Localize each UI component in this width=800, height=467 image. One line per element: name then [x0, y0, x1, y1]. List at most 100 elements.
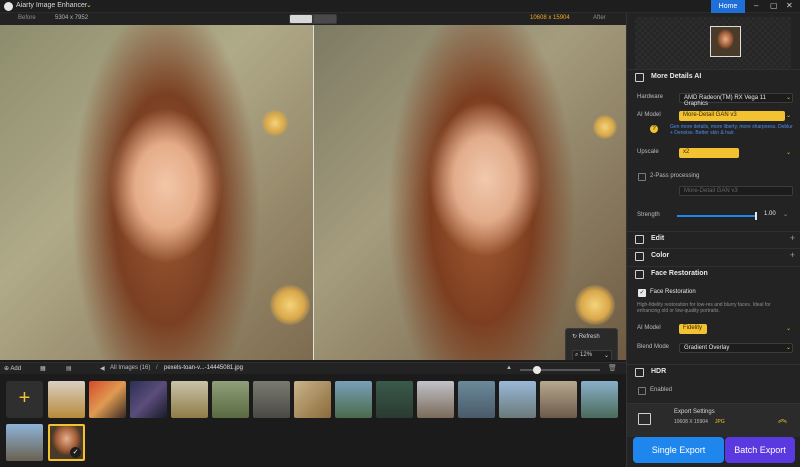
- ai-model-value: More-Detail GAN v3: [683, 112, 737, 118]
- split-divider[interactable]: [313, 25, 314, 360]
- chevron-down-icon: ⌄: [786, 95, 792, 101]
- plus-icon[interactable]: +: [790, 250, 795, 260]
- home-button[interactable]: Home: [711, 0, 745, 13]
- compare-bar: Before 5304 x 7952 10608 x 15904 After: [0, 13, 626, 25]
- upscale-select[interactable]: x2: [679, 148, 739, 158]
- blend-mode-value: Gradient Overlay: [684, 345, 730, 351]
- thumbnail[interactable]: [130, 381, 167, 418]
- export-settings[interactable]: Export Settings 10608 X 15904 JPG ︽: [627, 403, 800, 437]
- side-by-side-icon[interactable]: [314, 15, 336, 23]
- section-more-details-ai[interactable]: More Details AI: [627, 69, 800, 84]
- face-model-select[interactable]: Fidelity: [679, 324, 707, 334]
- strength-slider[interactable]: [677, 212, 757, 220]
- section-title: More Details AI: [651, 73, 702, 80]
- refresh-button[interactable]: ↻ Refresh: [572, 333, 600, 340]
- strength-fill: [677, 215, 757, 217]
- thumbnail[interactable]: [6, 424, 43, 461]
- two-pass-model-value: More-Detail GAN v3: [684, 188, 738, 194]
- slider-knob[interactable]: [533, 366, 541, 374]
- thumbnail[interactable]: [294, 381, 331, 418]
- canvas-controls: ↻ Refresh ⌕ 12% ⌄: [565, 328, 618, 360]
- section-title: Color: [651, 252, 670, 259]
- before-image: [0, 25, 313, 360]
- ai-model-label: AI Model: [637, 112, 661, 118]
- export-settings-icon: [638, 413, 651, 425]
- chevron-down-icon[interactable]: ⌄: [86, 1, 92, 9]
- thumbnail[interactable]: [171, 381, 208, 418]
- close-icon[interactable]: ✕: [786, 1, 793, 10]
- section-face-restoration[interactable]: Face Restoration: [627, 266, 800, 281]
- app-title: Aiarty Image Enhancer: [16, 2, 88, 9]
- face-restoration-label: Face Restoration: [650, 289, 696, 295]
- edit-icon: [635, 235, 644, 244]
- chevron-down-icon[interactable]: ⌄: [783, 211, 788, 218]
- bokeh-light: [575, 285, 615, 325]
- thumbnail-size-slider[interactable]: [520, 366, 600, 374]
- thumbnail[interactable]: [540, 381, 577, 418]
- thumbnail[interactable]: [335, 381, 372, 418]
- export-resolution: 10608 X 15904: [674, 419, 708, 425]
- two-pass-model-select[interactable]: More-Detail GAN v3: [679, 186, 793, 196]
- bokeh-light: [262, 110, 288, 136]
- thumbnail[interactable]: [499, 381, 536, 418]
- strength-knob[interactable]: [755, 212, 757, 220]
- image-size-icon: ▲: [506, 365, 512, 371]
- two-pass-checkbox[interactable]: [638, 173, 646, 181]
- back-arrow-icon[interactable]: ◀: [100, 365, 105, 372]
- compare-mode-toggle[interactable]: [289, 14, 337, 24]
- strength-label: Strength: [637, 212, 660, 218]
- add-button[interactable]: ⊕ Add: [4, 365, 21, 372]
- face-icon: [635, 270, 644, 279]
- face-model-value: Fidelity: [683, 325, 703, 331]
- section-hdr[interactable]: HDR: [627, 364, 800, 379]
- maximize-icon[interactable]: ▢: [770, 1, 778, 10]
- face-restoration-checkbox[interactable]: ✓: [638, 289, 646, 297]
- plus-icon[interactable]: +: [790, 233, 795, 243]
- image-canvas[interactable]: ↻ Refresh ⌕ 12% ⌄: [0, 25, 626, 360]
- zoom-select[interactable]: ⌕ 12% ⌄: [572, 350, 612, 360]
- thumbnail[interactable]: [458, 381, 495, 418]
- two-pass-label: 2-Pass processing: [650, 173, 700, 179]
- face-restoration-desc: High-fidelity restoration for low-res an…: [637, 302, 771, 314]
- refresh-label: Refresh: [578, 334, 600, 340]
- upscale-value: x2: [683, 149, 690, 155]
- hardware-select[interactable]: AMD Radeon(TM) RX Vega 11 Graphics: [679, 93, 793, 107]
- ai-model-select[interactable]: More-Detail GAN v3: [679, 111, 785, 121]
- single-export-button[interactable]: Single Export: [633, 437, 724, 463]
- face-model-label: AI Model: [637, 325, 661, 331]
- batch-export-button[interactable]: Batch Export: [725, 437, 795, 463]
- thumbnail[interactable]: [581, 381, 618, 418]
- chevron-down-icon: ⌄: [786, 345, 792, 351]
- thumbnail[interactable]: [417, 381, 454, 418]
- breadcrumb-separator: /: [156, 365, 158, 371]
- minimize-icon[interactable]: –: [754, 1, 758, 10]
- blend-mode-select[interactable]: Gradient Overlay: [679, 343, 793, 353]
- help-icon[interactable]: ?: [650, 125, 658, 133]
- export-format: JPG: [715, 419, 725, 425]
- section-edit[interactable]: Edit +: [627, 231, 800, 246]
- navigator-preview[interactable]: [635, 17, 791, 69]
- app-logo-icon: [4, 2, 13, 11]
- breadcrumb-all-images[interactable]: All Images (16): [110, 365, 150, 371]
- trash-icon[interactable]: 🗑: [608, 364, 617, 372]
- grid-view-icon[interactable]: ▦: [40, 365, 46, 372]
- thumbnail[interactable]: [253, 381, 290, 418]
- split-view-icon[interactable]: [290, 15, 312, 23]
- thumbnail[interactable]: [89, 381, 126, 418]
- chevron-up-icon[interactable]: ︽: [778, 412, 787, 425]
- hdr-enabled-checkbox[interactable]: [638, 387, 646, 395]
- section-color[interactable]: Color +: [627, 248, 800, 263]
- filmstrip-toolbar: ⊕ Add ▦ ▤ ◀ All Images (16) / pexels-toa…: [0, 362, 626, 374]
- thumbnail[interactable]: [48, 381, 85, 418]
- hdr-icon: [635, 368, 644, 377]
- thumbnail[interactable]: [376, 381, 413, 418]
- thumbnail[interactable]: [212, 381, 249, 418]
- list-view-icon[interactable]: ▤: [66, 365, 72, 372]
- add-image-tile[interactable]: +: [6, 381, 43, 418]
- ai-model-icon: [635, 73, 644, 82]
- hardware-value: AMD Radeon(TM) RX Vega 11 Graphics: [684, 95, 766, 107]
- before-size: 5304 x 7952: [55, 15, 89, 21]
- section-title: Edit: [651, 235, 665, 242]
- bokeh-light: [270, 285, 310, 325]
- ai-model-hint: Gen more details, more liberty, more sha…: [670, 124, 793, 136]
